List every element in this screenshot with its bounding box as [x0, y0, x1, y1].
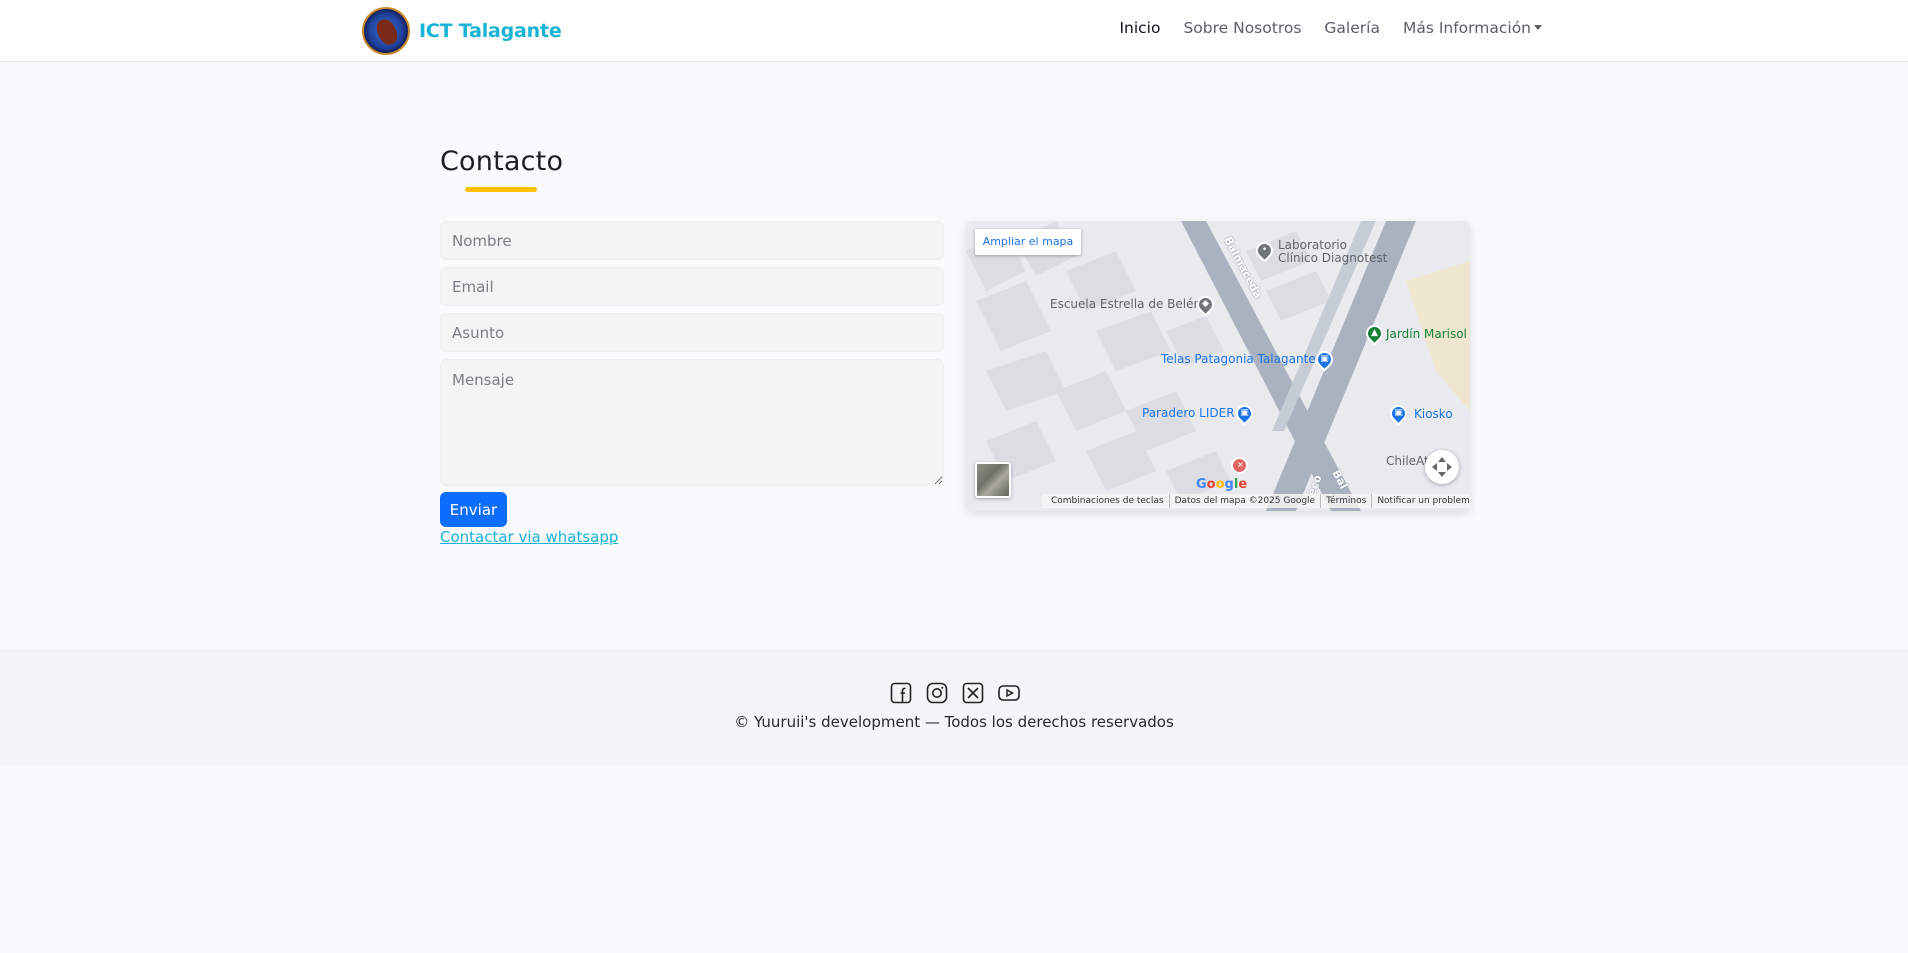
footer: © Yuuruii's development — Todos los dere…	[0, 649, 1908, 765]
nav-link-inicio[interactable]: Inicio	[1119, 19, 1160, 37]
terms-link[interactable]: Términos	[1321, 494, 1373, 508]
hospital-pin-icon[interactable]: +	[1231, 457, 1248, 474]
name-input[interactable]	[440, 221, 944, 260]
contact-title: Contacto	[440, 146, 564, 177]
message-textarea[interactable]	[440, 359, 944, 486]
map-data-text: Datos del mapa ©2025 Google	[1170, 494, 1322, 508]
satellite-toggle[interactable]	[975, 462, 1011, 498]
email-input[interactable]	[440, 267, 944, 306]
place-label-telas[interactable]: Telas Patagonia Talagante	[1161, 352, 1316, 366]
google-logo: Google	[1196, 477, 1248, 492]
youtube-icon[interactable]	[997, 681, 1021, 705]
place-label-paradero[interactable]: Paradero LIDER	[1142, 406, 1235, 420]
fullscreen-button[interactable]	[1425, 450, 1459, 484]
x-twitter-icon[interactable]	[961, 681, 985, 705]
caret-down-icon	[1534, 25, 1542, 30]
copyright-text: © Yuuruii's development — Todos los dere…	[734, 713, 1174, 731]
nav-dropdown-label: Más Información	[1402, 19, 1531, 37]
brand-logo	[362, 7, 410, 55]
title-underline	[465, 187, 537, 192]
map-embed[interactable]: Balmaceda eco Bal • Laboratorio Clínico …	[966, 221, 1470, 511]
report-problem-link[interactable]: Notificar un problema de Maps	[1372, 494, 1470, 508]
place-label-lab[interactable]: Laboratorio Clínico Diagnotest	[1278, 239, 1387, 265]
navbar: ICT Talagante Inicio Sobre Nosotros Gale…	[0, 0, 1908, 62]
keyboard-shortcuts-link[interactable]: Combinaciones de teclas	[1046, 494, 1170, 508]
instagram-icon[interactable]	[925, 681, 949, 705]
place-label-jardin[interactable]: Jardín Marisol	[1386, 327, 1467, 341]
send-button[interactable]: Enviar	[440, 492, 507, 527]
brand-link[interactable]: ICT Talagante	[362, 7, 562, 55]
whatsapp-link[interactable]: Contactar via whatsapp	[440, 528, 618, 546]
nav-link-sobre-nosotros[interactable]: Sobre Nosotros	[1183, 19, 1301, 37]
nav-link-galeria[interactable]: Galería	[1324, 19, 1380, 37]
expand-map-button[interactable]: Ampliar el mapa	[975, 229, 1081, 255]
subject-input[interactable]	[440, 313, 944, 352]
nav-links: Inicio Sobre Nosotros Galería Más Inform…	[1096, 19, 1542, 37]
place-label-school[interactable]: Escuela Estrella de Belén	[1050, 297, 1201, 311]
fullscreen-icon	[1432, 457, 1452, 477]
nav-dropdown-mas-informacion[interactable]: Más Información	[1403, 19, 1542, 37]
facebook-icon[interactable]	[889, 681, 913, 705]
brand-name: ICT Talagante	[419, 20, 562, 42]
place-label-kiosko[interactable]: Kiosko	[1414, 407, 1453, 421]
place-label-chileat[interactable]: ChileAt	[1386, 454, 1429, 468]
social-links	[889, 681, 1021, 705]
map-attribution: Combinaciones de teclas Datos del mapa ©…	[1042, 494, 1470, 508]
